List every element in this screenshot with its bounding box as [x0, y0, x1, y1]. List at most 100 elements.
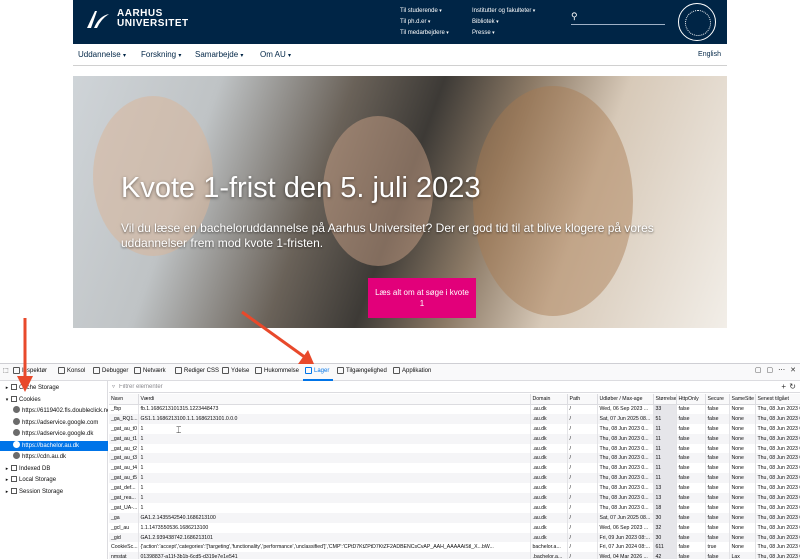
table-cell: false: [676, 443, 706, 454]
table-row[interactable]: _ga_RQ1... GS1.1.1686213100.1.1.168621310…: [109, 413, 800, 424]
table-cell: _gid: [109, 532, 139, 543]
tab-accessibility[interactable]: Tilgængelighed: [337, 367, 387, 374]
site-search[interactable]: ⚲: [571, 11, 665, 25]
table-cell: GA1.2.939438742.1686213101: [138, 532, 531, 543]
tab-storage[interactable]: Lager: [305, 367, 329, 374]
utility-nav-press[interactable]: Presse: [472, 28, 535, 39]
tab-debugger[interactable]: Debugger: [93, 367, 128, 374]
column-header[interactable]: Størrelse: [653, 394, 677, 405]
column-header[interactable]: Domain: [530, 394, 568, 405]
table-row[interactable]: _gat_au_t3 1 .au.dk / Thu, 08 Jun 2023 0... 1…: [109, 453, 800, 464]
tree-item-label: Indexed DB: [19, 465, 51, 472]
chevron-right-icon[interactable]: ▸: [3, 383, 11, 393]
table-cell: Thu, 08 Jun 2023 0...: [597, 423, 654, 434]
column-header[interactable]: Værdi: [138, 394, 531, 405]
tab-style-editor[interactable]: Rediger CSS: [175, 367, 219, 374]
table-cell: .au.dk: [530, 502, 568, 513]
utility-nav-staff[interactable]: Til medarbejdere: [400, 28, 449, 39]
table-row[interactable]: _fbp fb.1.1686213101315.1223448473 .au.dk /…: [109, 404, 800, 414]
filter-input[interactable]: [119, 382, 719, 392]
au-logo[interactable]: AARHUS UNIVERSITET: [85, 8, 189, 30]
table-cell: /: [567, 413, 598, 424]
tab-application[interactable]: Applikation: [393, 367, 431, 374]
table-row[interactable]: _gat_au_t1 1 .au.dk / Thu, 08 Jun 2023 0... 1…: [109, 433, 800, 444]
chevron-right-icon[interactable]: ▸: [3, 464, 11, 474]
chevron-down-icon[interactable]: ▾: [3, 395, 11, 405]
tree-item-category[interactable]: ▸ Indexed DB: [0, 464, 108, 474]
pick-element-icon[interactable]: ⬚: [3, 367, 9, 374]
search-icon[interactable]: ⚲: [571, 11, 578, 22]
table-cell: /: [567, 552, 598, 559]
table-cell: /: [567, 473, 598, 484]
main-nav-label: Forskning: [141, 50, 177, 59]
table-row[interactable]: nmstat 01398837-a11f-3b1b-6cd5-d319e7e1e5…: [109, 552, 800, 559]
main-nav-forskning[interactable]: Forskning ▾: [141, 50, 181, 59]
tab-performance[interactable]: Ydelse: [222, 367, 249, 374]
main-nav-uddannelse[interactable]: Uddannelse ▾: [78, 50, 126, 59]
table-cell: None: [729, 483, 756, 494]
table-cell: 611: [653, 542, 677, 553]
tree-item-category[interactable]: ▸ Local Storage: [0, 475, 108, 485]
tree-item-category[interactable]: ▸ Session Storage: [0, 487, 108, 497]
table-cell: None: [729, 522, 756, 533]
table-cell: .au.dk: [530, 512, 568, 523]
tree-item-host[interactable]: https://6119402.fls.doubleclick.net: [0, 406, 108, 416]
utility-nav-departments[interactable]: Institutter og fakulteter: [472, 6, 535, 17]
table-row[interactable]: _gat_def... 1 .au.dk / Thu, 08 Jun 2023 0...…: [109, 483, 800, 494]
table-cell: .au.dk: [530, 413, 568, 424]
table-row[interactable]: _gcl_au 1.1.1473550536.1686213100 .au.dk / W…: [109, 522, 800, 533]
more-icon[interactable]: ⋯: [778, 366, 785, 374]
column-header[interactable]: Path: [567, 394, 598, 405]
table-cell: _gat_def...: [109, 483, 139, 494]
table-row[interactable]: _gat_au_t4 1 .au.dk / Thu, 08 Jun 2023 0... 1…: [109, 463, 800, 474]
table-cell: _gat_au_t2: [109, 443, 139, 454]
column-header[interactable]: Udløber / Max-age: [597, 394, 654, 405]
table-row[interactable]: _gat_au_t2 1 .au.dk / Thu, 08 Jun 2023 0... 1…: [109, 443, 800, 454]
table-row[interactable]: _gat_au_t0 1 .au.dk / Thu, 08 Jun 2023 0... 1…: [109, 423, 800, 434]
tab-network[interactable]: Netværk: [134, 367, 166, 374]
table-cell: /: [567, 542, 598, 553]
table-cell: false: [676, 423, 706, 434]
table-cell: Thu, 08 Jun 2023 0...: [755, 423, 800, 434]
dock-bottom-icon[interactable]: ▢: [767, 366, 774, 374]
tree-item-label: Cookies: [19, 396, 41, 403]
table-row[interactable]: _gat_au_t5 1 .au.dk / Thu, 08 Jun 2023 0... 1…: [109, 473, 800, 484]
utility-nav-students[interactable]: Til studerende: [400, 6, 449, 17]
column-header[interactable]: SameSite: [729, 394, 756, 405]
tree-item-host[interactable]: https://cdn.au.dk: [0, 452, 108, 462]
add-item-icon[interactable]: +: [781, 381, 786, 393]
column-header[interactable]: Navn: [109, 394, 139, 405]
tree-item-host[interactable]: https://bachelor.au.dk: [0, 440, 108, 451]
close-icon[interactable]: ✕: [790, 366, 796, 374]
table-cell: Thu, 08 Jun 2023 0...: [755, 552, 800, 559]
main-nav-om-au[interactable]: Om AU ▾: [260, 50, 291, 59]
tree-item-host[interactable]: https://adservice.google.dk: [0, 429, 108, 439]
table-row[interactable]: _gat_UA-... 1 .au.dk / Thu, 08 Jun 2023 0...…: [109, 502, 800, 513]
table-cell: Lax: [729, 552, 756, 559]
table-row[interactable]: _gat_rea... 1 .au.dk / Thu, 08 Jun 2023 0...…: [109, 493, 800, 503]
table-cell: false: [676, 433, 706, 444]
column-header[interactable]: Senest tilgået: [755, 394, 800, 405]
column-header[interactable]: HttpOnly: [676, 394, 706, 405]
dock-left-icon[interactable]: ▢: [755, 366, 762, 374]
utility-nav-library[interactable]: Bibliotek: [472, 17, 535, 28]
hero-cta-button[interactable]: Læs alt om at søge i kvote 1: [368, 278, 476, 318]
table-row[interactable]: _gid GA1.2.939438742.1686213101 .au.dk / Fri…: [109, 532, 800, 543]
table-cell: .au.dk: [530, 522, 568, 533]
tab-memory[interactable]: Hukommelse: [255, 367, 299, 374]
chevron-right-icon[interactable]: ▸: [3, 475, 11, 485]
chevron-right-icon[interactable]: ▸: [3, 487, 11, 497]
table-row[interactable]: _ga GA1.2.1435542540.1686213100 .au.dk / Sat…: [109, 512, 800, 523]
table-cell: true: [705, 542, 730, 553]
language-switch[interactable]: English: [698, 51, 721, 58]
utility-nav-phd[interactable]: Til ph.d.er: [400, 17, 449, 28]
column-header[interactable]: Secure: [705, 394, 730, 405]
main-nav: Uddannelse ▾ Forskning ▾ Samarbejde ▾ Om…: [73, 44, 727, 66]
tab-console[interactable]: Konsol: [58, 367, 85, 374]
tree-item-host[interactable]: https://adservice.google.com: [0, 417, 108, 428]
refresh-icon[interactable]: ↻: [789, 381, 796, 393]
main-nav-samarbejde[interactable]: Samarbejde ▾: [195, 50, 243, 59]
globe-icon: [13, 452, 20, 459]
table-row[interactable]: CookieSc... {'action':'accept','categorie…: [109, 542, 800, 553]
tree-item-category[interactable]: ▾ Cookies: [0, 395, 108, 405]
